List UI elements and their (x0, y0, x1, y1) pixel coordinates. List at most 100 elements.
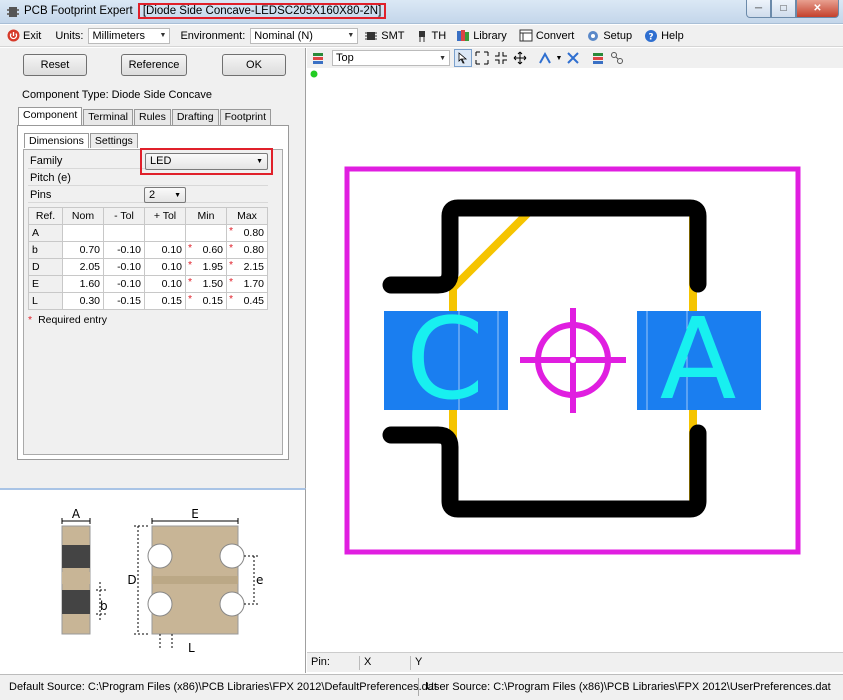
silkscreen-bottom (382, 424, 707, 518)
tab-rules[interactable]: Rules (133, 109, 171, 125)
cell-ref: b (28, 241, 63, 259)
cell-ptol[interactable] (144, 224, 186, 242)
cell-mtol[interactable]: -0.10 (103, 241, 145, 259)
table-row: D 2.05 -0.10 0.10 * 1.95 * 2.15 (28, 258, 268, 276)
cell-nom[interactable]: 1.60 (62, 275, 104, 293)
required-star: * (28, 314, 33, 326)
family-select[interactable]: LED ▼ (145, 153, 268, 170)
minimize-button[interactable]: ─ (746, 0, 771, 18)
layers-icon (309, 49, 327, 67)
cell-nom[interactable]: 0.30 (62, 292, 104, 310)
tab-footprint[interactable]: Footprint (219, 109, 272, 125)
measure-icon[interactable] (536, 49, 554, 67)
layer-select[interactable]: Top ▼ (332, 50, 450, 66)
setup-menu[interactable]: Setup (586, 29, 632, 43)
app-icon (7, 7, 19, 17)
cell-value: 0.10 (161, 278, 182, 290)
cell-value: 0.10 (161, 261, 182, 273)
svg-text:?: ? (648, 32, 653, 42)
zoom-in-icon[interactable] (492, 49, 510, 67)
app-title: PCB Footprint Expert (24, 5, 133, 17)
cell-value: 0.60 (202, 244, 223, 256)
col-minus-tol: - Tol (103, 207, 145, 225)
cell-ptol[interactable]: 0.10 (144, 275, 186, 293)
close-button[interactable]: ✕ (796, 0, 839, 18)
convert-icon (519, 29, 533, 43)
chevron-down-icon: ▼ (256, 158, 263, 165)
cell-ref: D (28, 258, 63, 276)
user-source: User Source: C:\Program Files (x86)\PCB … (426, 681, 831, 693)
col-plus-tol: + Tol (144, 207, 186, 225)
library-menu[interactable]: Library (456, 29, 507, 43)
cell-value: 0.70 (79, 244, 100, 256)
cell-min[interactable]: * 0.15 (185, 292, 227, 310)
environment-select[interactable]: Nominal (N) ▼ (250, 27, 359, 44)
cell-max[interactable]: * 1.70 (226, 275, 268, 293)
pad-anode-label: A (660, 295, 737, 425)
library-icon (456, 29, 470, 43)
exit-menu[interactable]: Exit (6, 29, 41, 43)
cell-mtol[interactable]: -0.10 (103, 258, 145, 276)
required-star: * (229, 242, 234, 254)
th-menu[interactable]: TH (415, 29, 446, 43)
reference-button[interactable]: Reference (121, 54, 187, 76)
main-tabs: Component Terminal Rules Drafting Footpr… (18, 107, 272, 125)
cell-value: 1.70 (243, 278, 264, 290)
subtab-settings[interactable]: Settings (89, 133, 138, 148)
assembly-polarity-line (450, 208, 533, 291)
exit-label: Exit (23, 29, 42, 42)
cell-min[interactable]: * 1.95 (185, 258, 227, 276)
footprint-canvas[interactable]: C A (307, 68, 843, 652)
component-tab-body: Dimensions Settings Family LED ▼ Pitch (… (17, 125, 289, 460)
cell-ptol[interactable]: 0.10 (144, 241, 186, 259)
layer-stack-icon[interactable] (589, 49, 607, 67)
snap-icon[interactable] (564, 49, 582, 67)
cell-value: 2.15 (243, 261, 264, 273)
col-min: Min (185, 207, 227, 225)
pins-select[interactable]: 2 ▼ (144, 187, 186, 203)
col-nom: Nom (62, 207, 104, 225)
cell-mtol[interactable] (103, 224, 145, 242)
select-pointer-icon[interactable] (454, 49, 472, 67)
cell-max[interactable]: * 0.45 (226, 292, 268, 310)
link-icon[interactable] (608, 49, 626, 67)
viewer-toolbar: Top ▼ ▼ (307, 48, 843, 68)
reset-button[interactable]: Reset (23, 54, 87, 76)
dropdown-arrow-icon[interactable]: ▼ (555, 49, 563, 67)
title-bar: PCB Footprint Expert [Diode Side Concave… (0, 0, 843, 24)
cell-mtol[interactable]: -0.10 (103, 275, 145, 293)
coordinates-bar: Pin: X Y (307, 652, 843, 672)
cell-ptol[interactable]: 0.15 (144, 292, 186, 310)
cell-min[interactable]: * 1.50 (185, 275, 227, 293)
tab-drafting[interactable]: Drafting (171, 109, 219, 125)
pan-icon[interactable] (511, 49, 529, 67)
table-row: b 0.70 -0.10 0.10 * 0.60 * 0.80 (28, 241, 268, 259)
cell-max[interactable]: * 0.80 (226, 224, 268, 242)
cell-max[interactable]: * 2.15 (226, 258, 268, 276)
cell-max[interactable]: * 0.80 (226, 241, 268, 259)
dim-label-b: b (100, 599, 108, 613)
convert-menu[interactable]: Convert (519, 29, 574, 43)
required-star: * (188, 293, 193, 305)
cell-value: L (32, 295, 38, 307)
cell-min[interactable]: * 0.60 (185, 241, 227, 259)
cell-nom[interactable] (62, 224, 104, 242)
smt-menu[interactable]: SMT (364, 29, 405, 43)
tab-terminal[interactable]: Terminal (83, 109, 133, 125)
cell-nom[interactable]: 0.70 (62, 241, 104, 259)
required-star: * (229, 293, 234, 305)
cell-nom[interactable]: 2.05 (62, 258, 104, 276)
units-select[interactable]: Millimeters ▼ (88, 27, 171, 44)
maximize-button[interactable]: □ (771, 0, 796, 18)
cell-value: 0.10 (161, 244, 182, 256)
tab-component[interactable]: Component (18, 107, 83, 125)
cell-ptol[interactable]: 0.10 (144, 258, 186, 276)
cell-value: D (32, 261, 40, 273)
help-menu[interactable]: ? Help (644, 29, 684, 43)
cell-value: -0.10 (117, 244, 141, 256)
cell-min[interactable] (185, 224, 227, 242)
ok-button[interactable]: OK (222, 54, 286, 76)
zoom-extents-icon[interactable] (473, 49, 491, 67)
cell-mtol[interactable]: -0.15 (103, 292, 145, 310)
subtab-dimensions[interactable]: Dimensions (24, 133, 89, 148)
